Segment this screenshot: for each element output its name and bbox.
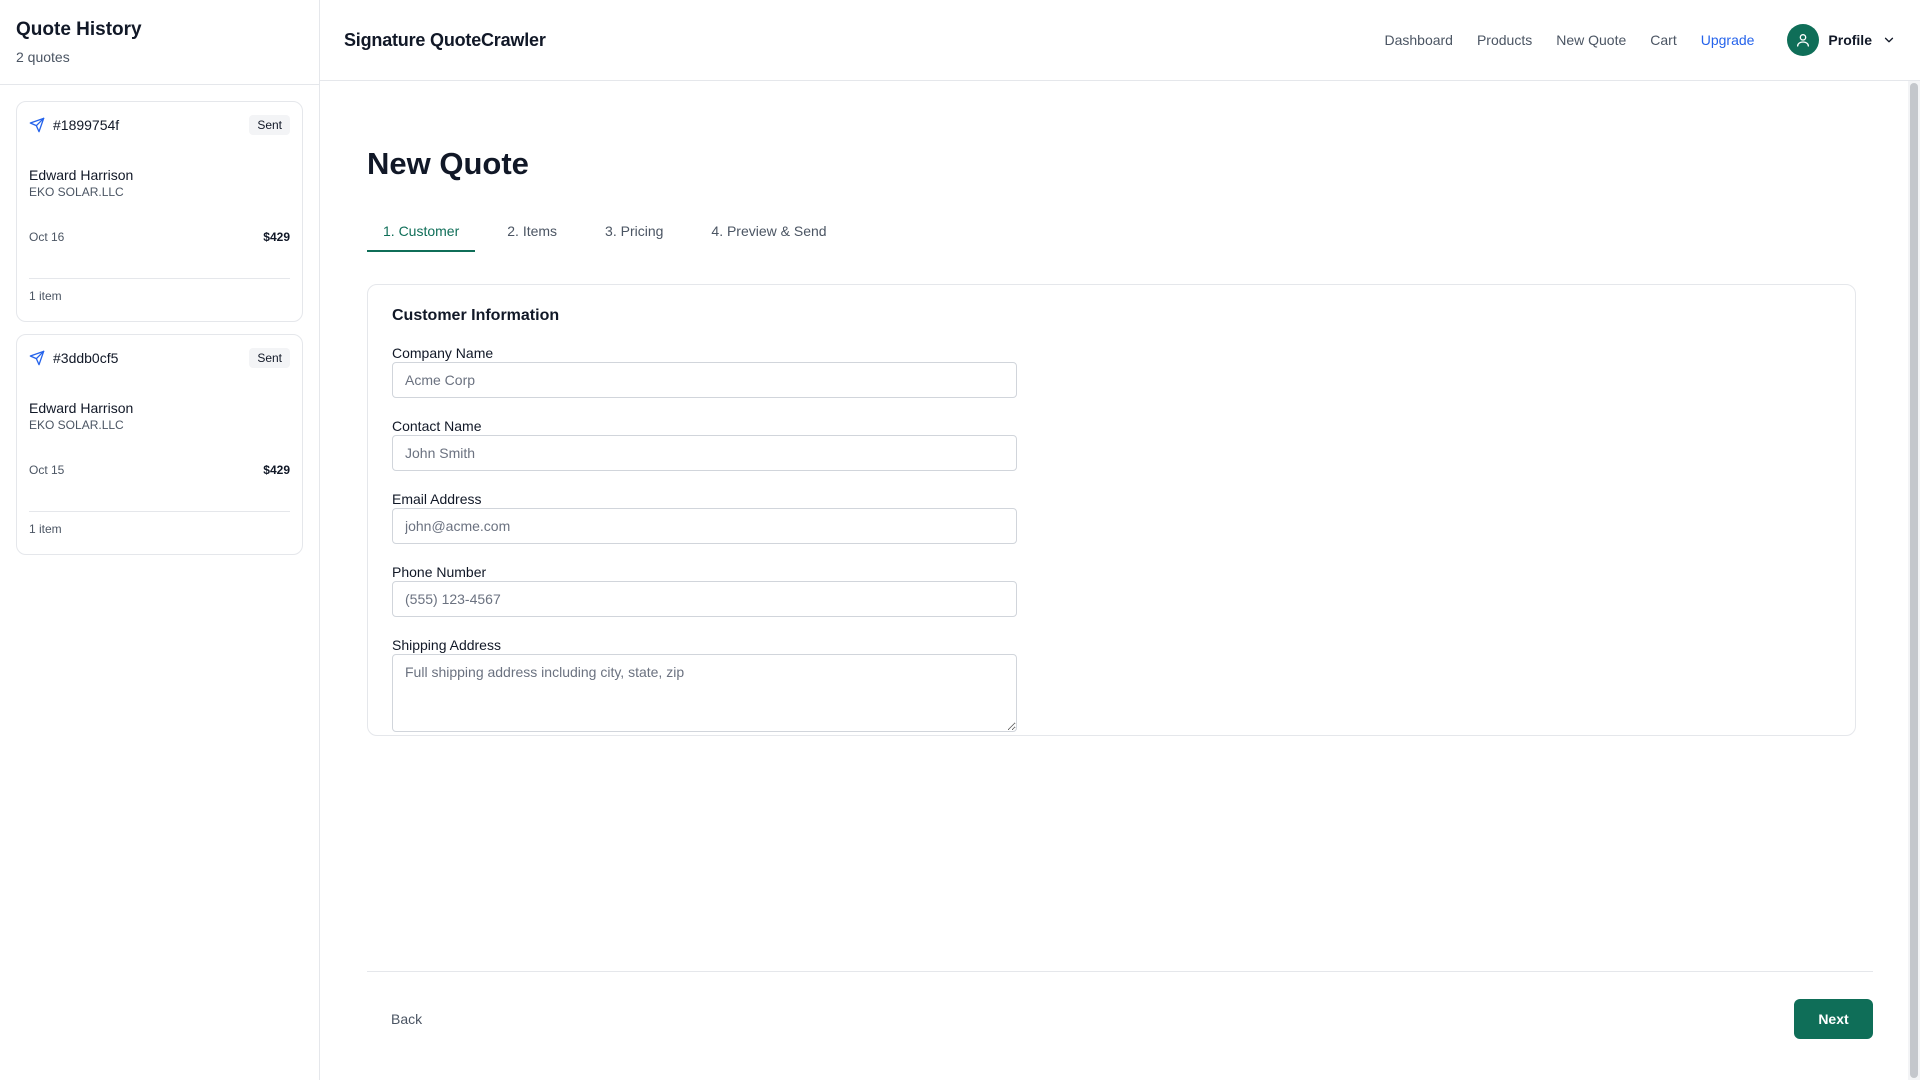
quote-history-sidebar: Quote History 2 quotes #1899754f Sent Ed… — [0, 0, 320, 1080]
profile-menu-button[interactable]: Profile — [1787, 24, 1896, 56]
quote-list: #1899754f Sent Edward Harrison EKO SOLAR… — [0, 85, 319, 583]
wizard-footer: Back Next — [367, 971, 1873, 1051]
tab-pricing[interactable]: 3. Pricing — [589, 210, 679, 252]
quote-item-count: 1 item — [29, 522, 62, 536]
nav-dashboard[interactable]: Dashboard — [1384, 32, 1453, 48]
app-root: Quote History 2 quotes #1899754f Sent Ed… — [0, 0, 1920, 1080]
quote-card-header: #3ddb0cf5 Sent — [29, 347, 290, 369]
nav-products[interactable]: Products — [1477, 32, 1532, 48]
tab-items[interactable]: 2. Items — [491, 210, 573, 252]
quote-card-header: #1899754f Sent — [29, 114, 290, 136]
wizard-steps: 1. Customer 2. Items 3. Pricing 4. Previ… — [367, 210, 1873, 252]
quote-total: $429 — [263, 463, 290, 477]
shipping-address-field: Shipping Address — [392, 637, 1831, 732]
send-icon — [29, 117, 45, 133]
quote-company: EKO SOLAR.LLC — [29, 185, 124, 199]
scrollbar[interactable] — [1908, 81, 1920, 1080]
quote-meta-row: Oct 16 $429 — [29, 230, 290, 244]
quote-date: Oct 15 — [29, 463, 65, 477]
email-address-label: Email Address — [392, 491, 482, 507]
tab-preview-send[interactable]: 4. Preview & Send — [695, 210, 842, 252]
phone-number-field: Phone Number — [392, 564, 1831, 617]
sidebar-header: Quote History 2 quotes — [0, 0, 319, 85]
phone-number-input[interactable] — [392, 581, 1017, 617]
top-navbar: Signature QuoteCrawler Dashboard Product… — [320, 0, 1920, 81]
email-address-input[interactable] — [392, 508, 1017, 544]
quote-id: #3ddb0cf5 — [53, 350, 119, 366]
phone-number-label: Phone Number — [392, 564, 487, 580]
avatar — [1787, 24, 1820, 56]
contact-name-field: Contact Name — [392, 418, 1831, 471]
company-name-field: Company Name — [392, 345, 1831, 398]
quote-id: #1899754f — [53, 117, 120, 133]
chevron-down-icon — [1882, 33, 1896, 47]
quote-date: Oct 16 — [29, 230, 65, 244]
customer-information-card: Customer Information Company Name Contac… — [367, 284, 1856, 736]
back-button[interactable]: Back — [367, 1011, 446, 1027]
quote-item-count: 1 item — [29, 289, 62, 303]
section-title: Customer Information — [392, 307, 560, 324]
quote-card[interactable]: #3ddb0cf5 Sent Edward Harrison EKO SOLAR… — [16, 334, 303, 555]
quote-customer-name: Edward Harrison — [29, 400, 134, 416]
nav-upgrade[interactable]: Upgrade — [1701, 32, 1755, 48]
quote-customer-name: Edward Harrison — [29, 167, 134, 183]
main-area: Signature QuoteCrawler Dashboard Product… — [320, 0, 1920, 1080]
shipping-address-textarea[interactable] — [392, 654, 1017, 732]
page-title: New Quote — [367, 146, 529, 181]
brand-name[interactable]: Signature QuoteCrawler — [344, 30, 546, 51]
contact-name-label: Contact Name — [392, 418, 482, 434]
user-icon — [1795, 32, 1811, 48]
nav-cart[interactable]: Cart — [1650, 32, 1676, 48]
company-name-label: Company Name — [392, 345, 494, 361]
profile-label: Profile — [1828, 32, 1872, 48]
sidebar-title: Quote History — [16, 19, 142, 40]
quote-total: $429 — [263, 230, 290, 244]
status-badge: Sent — [249, 348, 290, 368]
next-button[interactable]: Next — [1794, 998, 1873, 1039]
send-icon — [29, 350, 45, 366]
status-badge: Sent — [249, 115, 290, 135]
main-nav: Dashboard Products New Quote Cart Upgrad… — [1360, 24, 1896, 56]
contact-name-input[interactable] — [392, 435, 1017, 471]
quote-meta-row: Oct 15 $429 — [29, 463, 290, 477]
quote-card[interactable]: #1899754f Sent Edward Harrison EKO SOLAR… — [16, 101, 303, 322]
quote-id-group: #1899754f — [29, 117, 119, 133]
quote-id-group: #3ddb0cf5 — [29, 350, 118, 366]
new-quote-content: New Quote 1. Customer 2. Items 3. Pricin… — [320, 81, 1920, 1080]
quote-company: EKO SOLAR.LLC — [29, 418, 124, 432]
quote-count: 2 quotes — [16, 49, 70, 65]
company-name-input[interactable] — [392, 362, 1017, 398]
tab-customer[interactable]: 1. Customer — [367, 210, 476, 252]
shipping-address-label: Shipping Address — [392, 637, 501, 653]
nav-new-quote[interactable]: New Quote — [1556, 32, 1626, 48]
email-address-field: Email Address — [392, 491, 1831, 544]
scrollbar-thumb[interactable] — [1910, 83, 1918, 1078]
